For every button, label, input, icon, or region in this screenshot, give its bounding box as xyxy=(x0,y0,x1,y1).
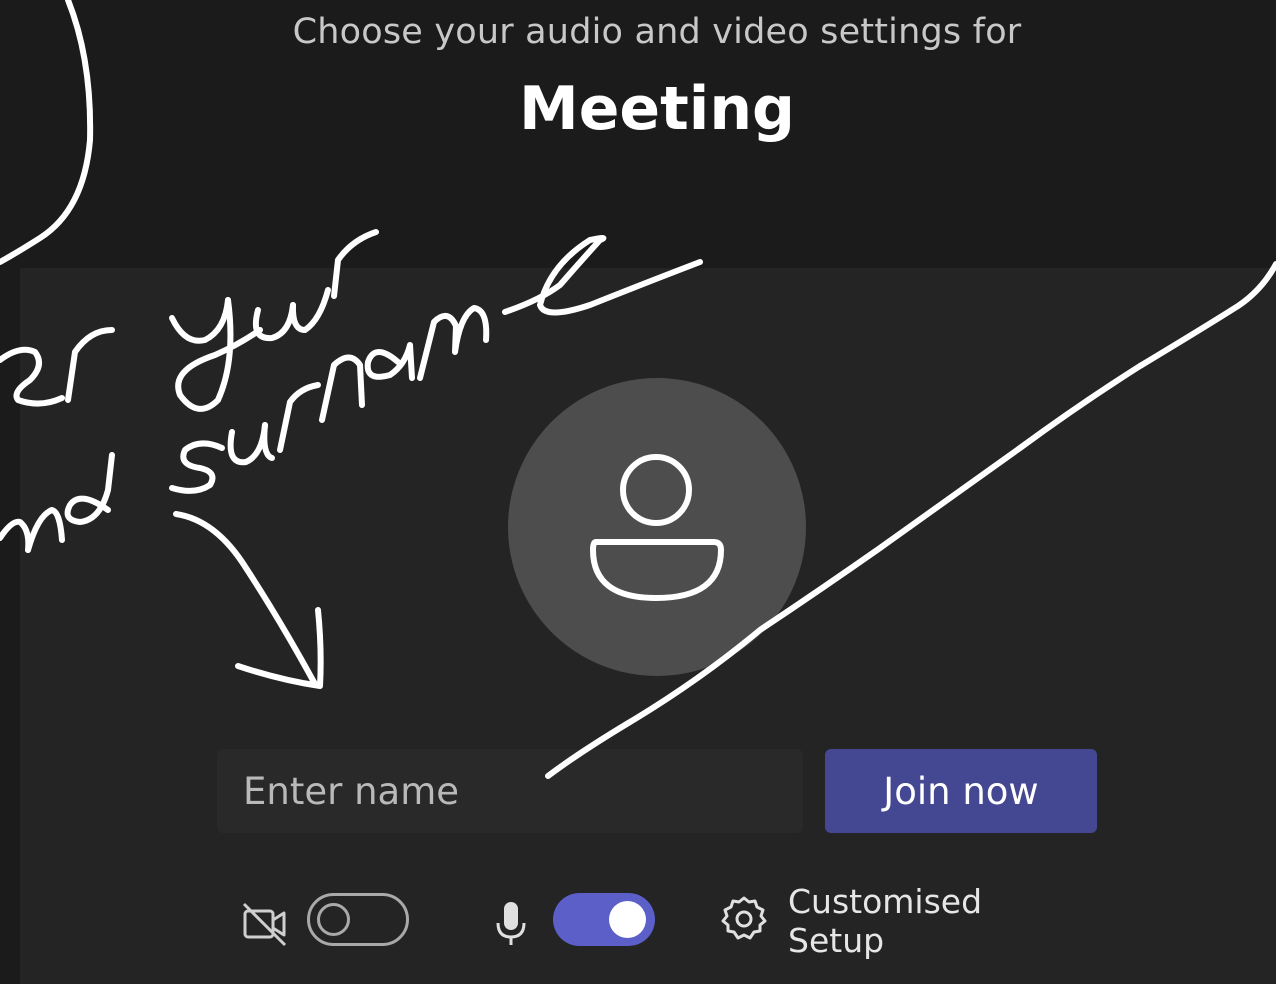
camera-toggle-knob xyxy=(317,903,350,936)
name-input[interactable] xyxy=(217,749,803,833)
microphone-toggle[interactable] xyxy=(553,893,655,946)
header-subtitle: Choose your audio and video settings for xyxy=(292,12,1022,52)
camera-toggle[interactable] xyxy=(307,893,409,946)
microphone-toggle-knob xyxy=(609,901,646,938)
join-now-button[interactable]: Join now xyxy=(825,749,1097,833)
avatar xyxy=(508,378,806,676)
meeting-prejoin-screen: Choose your audio and video settings for… xyxy=(0,0,1276,984)
meeting-title: Meeting xyxy=(518,74,795,144)
customised-setup-label: Customised Setup xyxy=(788,882,983,960)
microphone-icon xyxy=(493,899,529,951)
customised-setup-button[interactable]: Customised Setup xyxy=(720,882,982,960)
person-icon xyxy=(590,454,724,601)
camera-off-icon xyxy=(241,899,289,951)
gear-icon xyxy=(720,895,768,947)
